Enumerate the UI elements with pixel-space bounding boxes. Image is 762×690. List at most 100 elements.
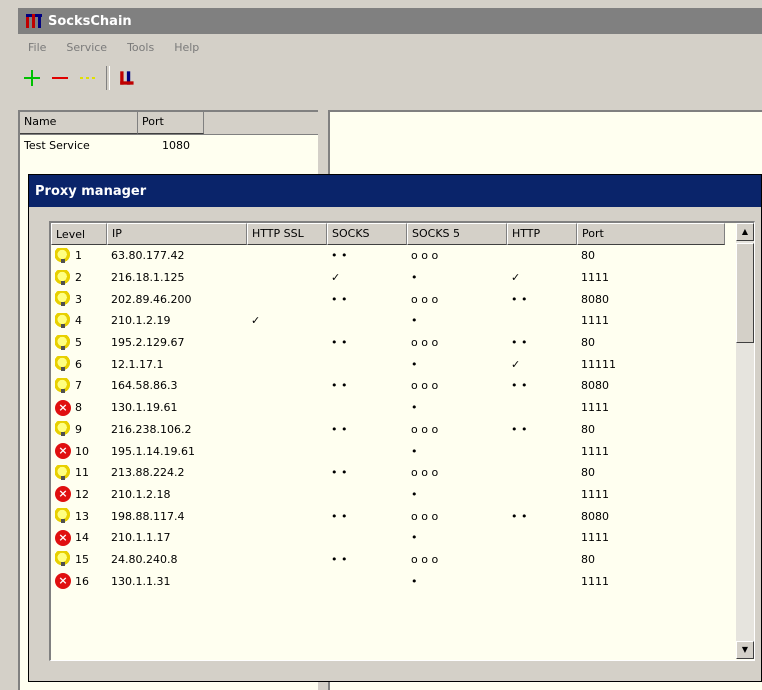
lightbulb-icon — [55, 312, 71, 329]
proxy-row[interactable]: 15 24.80.240.8 • • o o o 80 — [51, 549, 754, 571]
level-number: 1 — [75, 249, 82, 263]
service-row[interactable]: Test Service 1080 — [20, 135, 318, 155]
proxy-row[interactable]: 9 216.238.106.2 • • o o o • • 80 — [51, 419, 754, 441]
level-cell: 3 — [51, 291, 107, 308]
proxy-row[interactable]: 6 12.1.17.1 • ✓ 11111 — [51, 353, 754, 375]
service-name: Test Service — [24, 138, 90, 152]
edit-button[interactable] — [74, 64, 102, 92]
level-cell: 1 — [51, 247, 107, 264]
c4-cell: • — [411, 574, 418, 588]
level-number: 5 — [75, 336, 82, 350]
c5-cell: • • — [511, 336, 528, 350]
toolbar-separator — [106, 66, 110, 90]
c3-cell: • • — [331, 379, 348, 393]
logo-button[interactable] — [114, 64, 142, 92]
scroll-up-button[interactable]: ▲ — [736, 223, 754, 241]
port-cell: 1111 — [581, 401, 609, 415]
column-header-socks5[interactable]: SOCKS 5 — [407, 223, 507, 245]
lightbulb-icon — [55, 334, 71, 351]
level-cell: 15 — [51, 551, 107, 568]
level-number: 14 — [75, 531, 89, 545]
level-number: 11 — [75, 466, 89, 480]
c5-cell: • • — [511, 509, 528, 523]
level-cell: 11 — [51, 464, 107, 481]
toolbar — [18, 62, 762, 94]
proxy-row[interactable]: 1 63.80.177.42 • • o o o 80 — [51, 245, 754, 267]
proxy-row[interactable]: 5 195.2.129.67 • • o o o • • 80 — [51, 332, 754, 354]
lightbulb-icon — [55, 291, 71, 308]
proxy-row[interactable]: 11 213.88.224.2 • • o o o 80 — [51, 462, 754, 484]
proxy-list-header: Level IP HTTP SSL SOCKS SOCKS 5 HTTP Por… — [51, 223, 754, 245]
proxy-row[interactable]: × 8 130.1.19.61 • 1111 — [51, 397, 754, 419]
proxy-row[interactable]: 2 216.18.1.125 ✓ • ✓ 1111 — [51, 267, 754, 289]
level-cell: 13 — [51, 508, 107, 525]
proxy-row[interactable]: 3 202.89.46.200 • • o o o • • 8080 — [51, 288, 754, 310]
level-number: 16 — [75, 574, 89, 588]
c4-cell: o o o — [411, 422, 439, 436]
ip-cell: 210.1.1.17 — [111, 531, 171, 545]
scroll-thumb[interactable] — [736, 243, 754, 343]
app-logo-icon — [24, 12, 44, 30]
main-window: SocksChain File Service Tools Help Name … — [0, 0, 762, 690]
level-number: 12 — [75, 487, 89, 501]
menu-service[interactable]: Service — [66, 41, 107, 54]
error-icon: × — [55, 486, 71, 503]
scroll-down-button[interactable]: ▼ — [736, 641, 754, 659]
proxy-row[interactable]: 7 164.58.86.3 • • o o o • • 8080 — [51, 375, 754, 397]
lightbulb-icon — [55, 247, 71, 264]
level-number: 9 — [75, 422, 82, 436]
app-logo-icon — [120, 71, 134, 85]
ip-cell: 12.1.17.1 — [111, 357, 164, 371]
level-cell: 7 — [51, 377, 107, 394]
port-cell: 80 — [581, 422, 595, 436]
column-header-port[interactable]: Port — [138, 112, 204, 134]
c2-cell: ✓ — [251, 314, 261, 328]
column-header-port[interactable]: Port — [577, 223, 725, 245]
lightbulb-icon — [55, 464, 71, 481]
column-header-name[interactable]: Name — [20, 112, 138, 134]
column-header-http[interactable]: HTTP — [507, 223, 577, 245]
column-header-ip[interactable]: IP — [107, 223, 247, 245]
c4-cell: o o o — [411, 466, 439, 480]
level-number: 7 — [75, 379, 82, 393]
level-cell: 9 — [51, 421, 107, 438]
column-header-level[interactable]: Level — [51, 223, 107, 245]
dialog-title: Proxy manager — [29, 175, 761, 207]
lightbulb-icon — [55, 508, 71, 525]
ip-cell: 195.2.129.67 — [111, 336, 185, 350]
menu-file[interactable]: File — [28, 41, 46, 54]
error-icon: × — [55, 443, 71, 460]
proxy-row[interactable]: × 10 195.1.14.19.61 • 1111 — [51, 440, 754, 462]
c3-cell: • • — [331, 249, 348, 263]
port-cell: 11111 — [581, 357, 616, 371]
proxy-row[interactable]: × 12 210.1.2.18 • 1111 — [51, 484, 754, 506]
menu-help[interactable]: Help — [174, 41, 199, 54]
menu-tools[interactable]: Tools — [127, 41, 154, 54]
column-header-http-ssl[interactable]: HTTP SSL — [247, 223, 327, 245]
c3-cell: • • — [331, 336, 348, 350]
level-cell: × 12 — [51, 486, 107, 503]
proxy-row[interactable]: 4 210.1.2.19 ✓ • 1111 — [51, 310, 754, 332]
proxy-list[interactable]: Level IP HTTP SSL SOCKS SOCKS 5 HTTP Por… — [49, 221, 755, 661]
lightbulb-icon — [55, 551, 71, 568]
level-number: 6 — [75, 357, 82, 371]
level-cell: × 16 — [51, 573, 107, 590]
proxy-row[interactable]: 13 198.88.117.4 • • o o o • • 8080 — [51, 505, 754, 527]
port-cell: 1111 — [581, 444, 609, 458]
c4-cell: • — [411, 487, 418, 501]
add-button[interactable] — [18, 64, 46, 92]
c4-cell: • — [411, 531, 418, 545]
remove-button[interactable] — [46, 64, 74, 92]
proxy-row[interactable]: × 16 130.1.1.31 • 1111 — [51, 570, 754, 592]
error-icon: × — [55, 399, 71, 416]
ip-cell: 198.88.117.4 — [111, 509, 185, 523]
vertical-scrollbar[interactable]: ▲ ▼ — [736, 223, 754, 659]
port-cell: 1111 — [581, 531, 609, 545]
ip-cell: 130.1.19.61 — [111, 401, 178, 415]
ip-cell: 63.80.177.42 — [111, 249, 185, 263]
level-number: 15 — [75, 552, 89, 566]
proxy-rows: 1 63.80.177.42 • • o o o 80 2 216.18.1.125 ✓ • ✓ 1… — [51, 245, 754, 592]
error-icon: × — [55, 529, 71, 546]
column-header-socks[interactable]: SOCKS — [327, 223, 407, 245]
proxy-row[interactable]: × 14 210.1.1.17 • 1111 — [51, 527, 754, 549]
